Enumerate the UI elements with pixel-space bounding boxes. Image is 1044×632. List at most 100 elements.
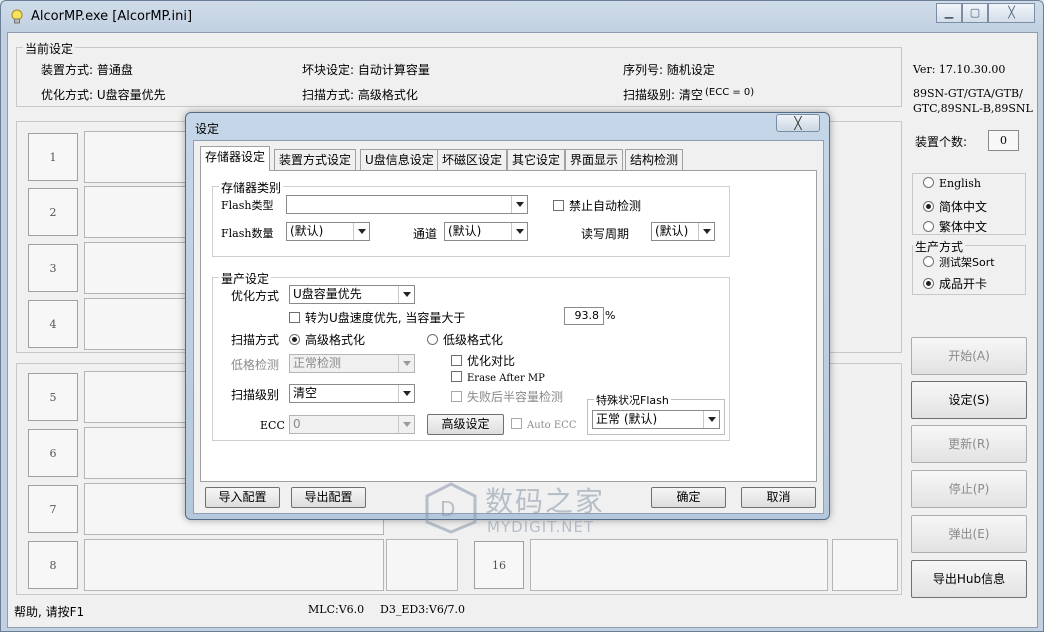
slot-1-info — [84, 131, 188, 183]
lang-option-traditional[interactable]: 繁体中文 — [923, 218, 987, 235]
slot-3[interactable]: 3 — [28, 244, 78, 292]
prod-option-sort[interactable]: 测试架Sort — [923, 254, 995, 270]
storage-type-title: 存储器类别 — [219, 179, 284, 196]
dialog-close-button[interactable]: ╳ — [776, 114, 820, 132]
import-config-button[interactable]: 导入配置 — [205, 487, 280, 508]
checkbox-box[interactable] — [451, 391, 462, 402]
checkbox-box[interactable] — [553, 200, 564, 211]
device-count-label: 装置个数: — [915, 135, 968, 149]
tab-ui-display[interactable]: 界面显示 — [565, 149, 624, 170]
close-button[interactable]: ╳ — [988, 3, 1035, 23]
checkbox-box[interactable] — [451, 371, 462, 382]
lang-radio-english[interactable] — [923, 177, 934, 188]
checkbox-box[interactable] — [451, 355, 462, 366]
svg-text:D: D — [440, 497, 455, 521]
slot-right-info — [832, 539, 898, 591]
refresh-button[interactable]: 更新(R) — [911, 425, 1027, 463]
ecc-combo[interactable]: 0 — [289, 415, 415, 434]
channel-combo[interactable]: (默认) — [444, 222, 528, 241]
slot-2[interactable]: 2 — [28, 188, 78, 236]
tab-structure-check[interactable]: 结构检测 — [625, 149, 684, 170]
radio-dot[interactable] — [289, 334, 300, 345]
scan-level-label: 扫描级别 — [231, 388, 280, 402]
chevron-down-icon[interactable] — [398, 286, 414, 303]
checkbox-box[interactable] — [511, 418, 522, 429]
lang-option-english[interactable]: English — [923, 177, 981, 190]
chevron-down-icon[interactable] — [511, 196, 527, 213]
watermark-logo-icon: D — [425, 482, 477, 534]
cancel-button[interactable]: 取消 — [741, 487, 816, 508]
maximize-button[interactable]: ▢ — [962, 3, 988, 23]
checkbox-box[interactable] — [289, 312, 300, 323]
settings-button[interactable]: 设定(S) — [911, 381, 1027, 419]
capacity-percent-input[interactable]: 93.8 — [564, 307, 604, 325]
special-flash-combo[interactable]: 正常 (默认) — [592, 410, 720, 429]
watermark-main: 数码之家 — [485, 485, 606, 518]
tab-udisk-info[interactable]: U盘信息设定 — [360, 149, 439, 170]
watermark-sub: MYDIGIT.NET — [487, 518, 595, 536]
optimize-compare-checkbox[interactable]: 优化对比 — [451, 352, 515, 369]
tab-other[interactable]: 其它设定 — [507, 149, 566, 170]
prod-radio-card[interactable] — [923, 278, 934, 289]
title-bar[interactable]: AlcorMP.exe [AlcorMP.ini] ▁ ▢ ╳ — [1, 1, 1043, 33]
window-title: AlcorMP.exe [AlcorMP.ini] — [31, 9, 193, 24]
lang-radio-simplified[interactable] — [923, 201, 934, 212]
prod-option-card[interactable]: 成品开卡 — [923, 275, 987, 292]
eject-button[interactable]: 弹出(E) — [911, 515, 1027, 553]
tab-mount-mode[interactable]: 装置方式设定 — [274, 149, 357, 170]
ecc-text: (ECC = 0) — [705, 87, 755, 98]
flash-count-combo[interactable]: (默认) — [286, 222, 370, 241]
flash-type-combo[interactable] — [286, 195, 528, 214]
lang-radio-traditional[interactable] — [923, 221, 934, 232]
radio-dot[interactable] — [427, 334, 438, 345]
mount-mode-text: 装置方式: 普通盘 — [41, 63, 133, 77]
minimize-button[interactable]: ▁ — [936, 3, 962, 23]
chevron-down-icon[interactable] — [398, 416, 414, 433]
status-help: 帮助, 请按F1 — [14, 605, 85, 619]
slot-6[interactable]: 6 — [28, 429, 78, 477]
slot-16-info — [530, 539, 828, 591]
slot-1[interactable]: 1 — [28, 133, 78, 181]
erase-after-checkbox[interactable]: Erase After MP — [451, 371, 545, 384]
slot-mid-info — [386, 539, 458, 591]
slot-4[interactable]: 4 — [28, 300, 78, 348]
chevron-down-icon[interactable] — [398, 385, 414, 402]
scan-low-radio[interactable]: 低级格式化 — [427, 331, 503, 348]
ok-button[interactable]: 确定 — [651, 487, 726, 508]
tab-bad-sector[interactable]: 坏磁区设定 — [437, 149, 508, 170]
models-line1: 89SN-GT/GTA/GTB/ — [913, 87, 1023, 100]
export-config-button[interactable]: 导出配置 — [291, 487, 366, 508]
slot-8[interactable]: 8 — [28, 541, 78, 589]
low-check-combo[interactable]: 正常检测 — [289, 354, 415, 373]
prod-radio-sort[interactable] — [923, 256, 934, 267]
chevron-down-icon[interactable] — [698, 223, 714, 240]
lightbulb-icon — [11, 9, 23, 24]
chevron-down-icon[interactable] — [353, 223, 369, 240]
slot-7[interactable]: 7 — [28, 485, 78, 533]
slot-3-info — [84, 242, 188, 294]
speed-switch-checkbox[interactable]: 转为U盘速度优先, 当容量大于 — [289, 309, 465, 326]
scan-advanced-radio[interactable]: 高级格式化 — [289, 331, 365, 348]
fail-half-checkbox[interactable]: 失败后半容量检测 — [451, 388, 563, 405]
watermark: D 数码之家 MYDIGIT.NET — [425, 482, 625, 542]
channel-label: 通道 — [413, 227, 438, 241]
lang-option-simplified[interactable]: 简体中文 — [923, 198, 987, 215]
advanced-settings-button[interactable]: 高级设定 — [427, 414, 504, 435]
slot-5[interactable]: 5 — [28, 373, 78, 421]
chevron-down-icon[interactable] — [511, 223, 527, 240]
optimize-combo[interactable]: U盘容量优先 — [289, 285, 415, 304]
disable-autodetect-checkbox[interactable]: 禁止自动检测 — [553, 197, 641, 214]
rw-cycle-combo[interactable]: (默认) — [651, 222, 715, 241]
chevron-down-icon[interactable] — [398, 355, 414, 372]
tab-storage[interactable]: 存储器设定 — [200, 146, 271, 171]
slot-16[interactable]: 16 — [474, 541, 524, 589]
scan-level-combo[interactable]: 清空 — [289, 384, 415, 403]
chevron-down-icon[interactable] — [703, 411, 719, 428]
auto-ecc-checkbox[interactable]: Auto ECC — [511, 418, 576, 431]
start-button[interactable]: 开始(A) — [911, 337, 1027, 375]
export-hub-button[interactable]: 导出Hub信息 — [911, 560, 1027, 598]
production-group: 生产方式 测试架Sort 成品开卡 — [912, 238, 1026, 295]
low-check-label: 低格检测 — [231, 358, 280, 372]
serial-text: 序列号: 随机设定 — [623, 63, 715, 77]
stop-button[interactable]: 停止(P) — [911, 470, 1027, 508]
